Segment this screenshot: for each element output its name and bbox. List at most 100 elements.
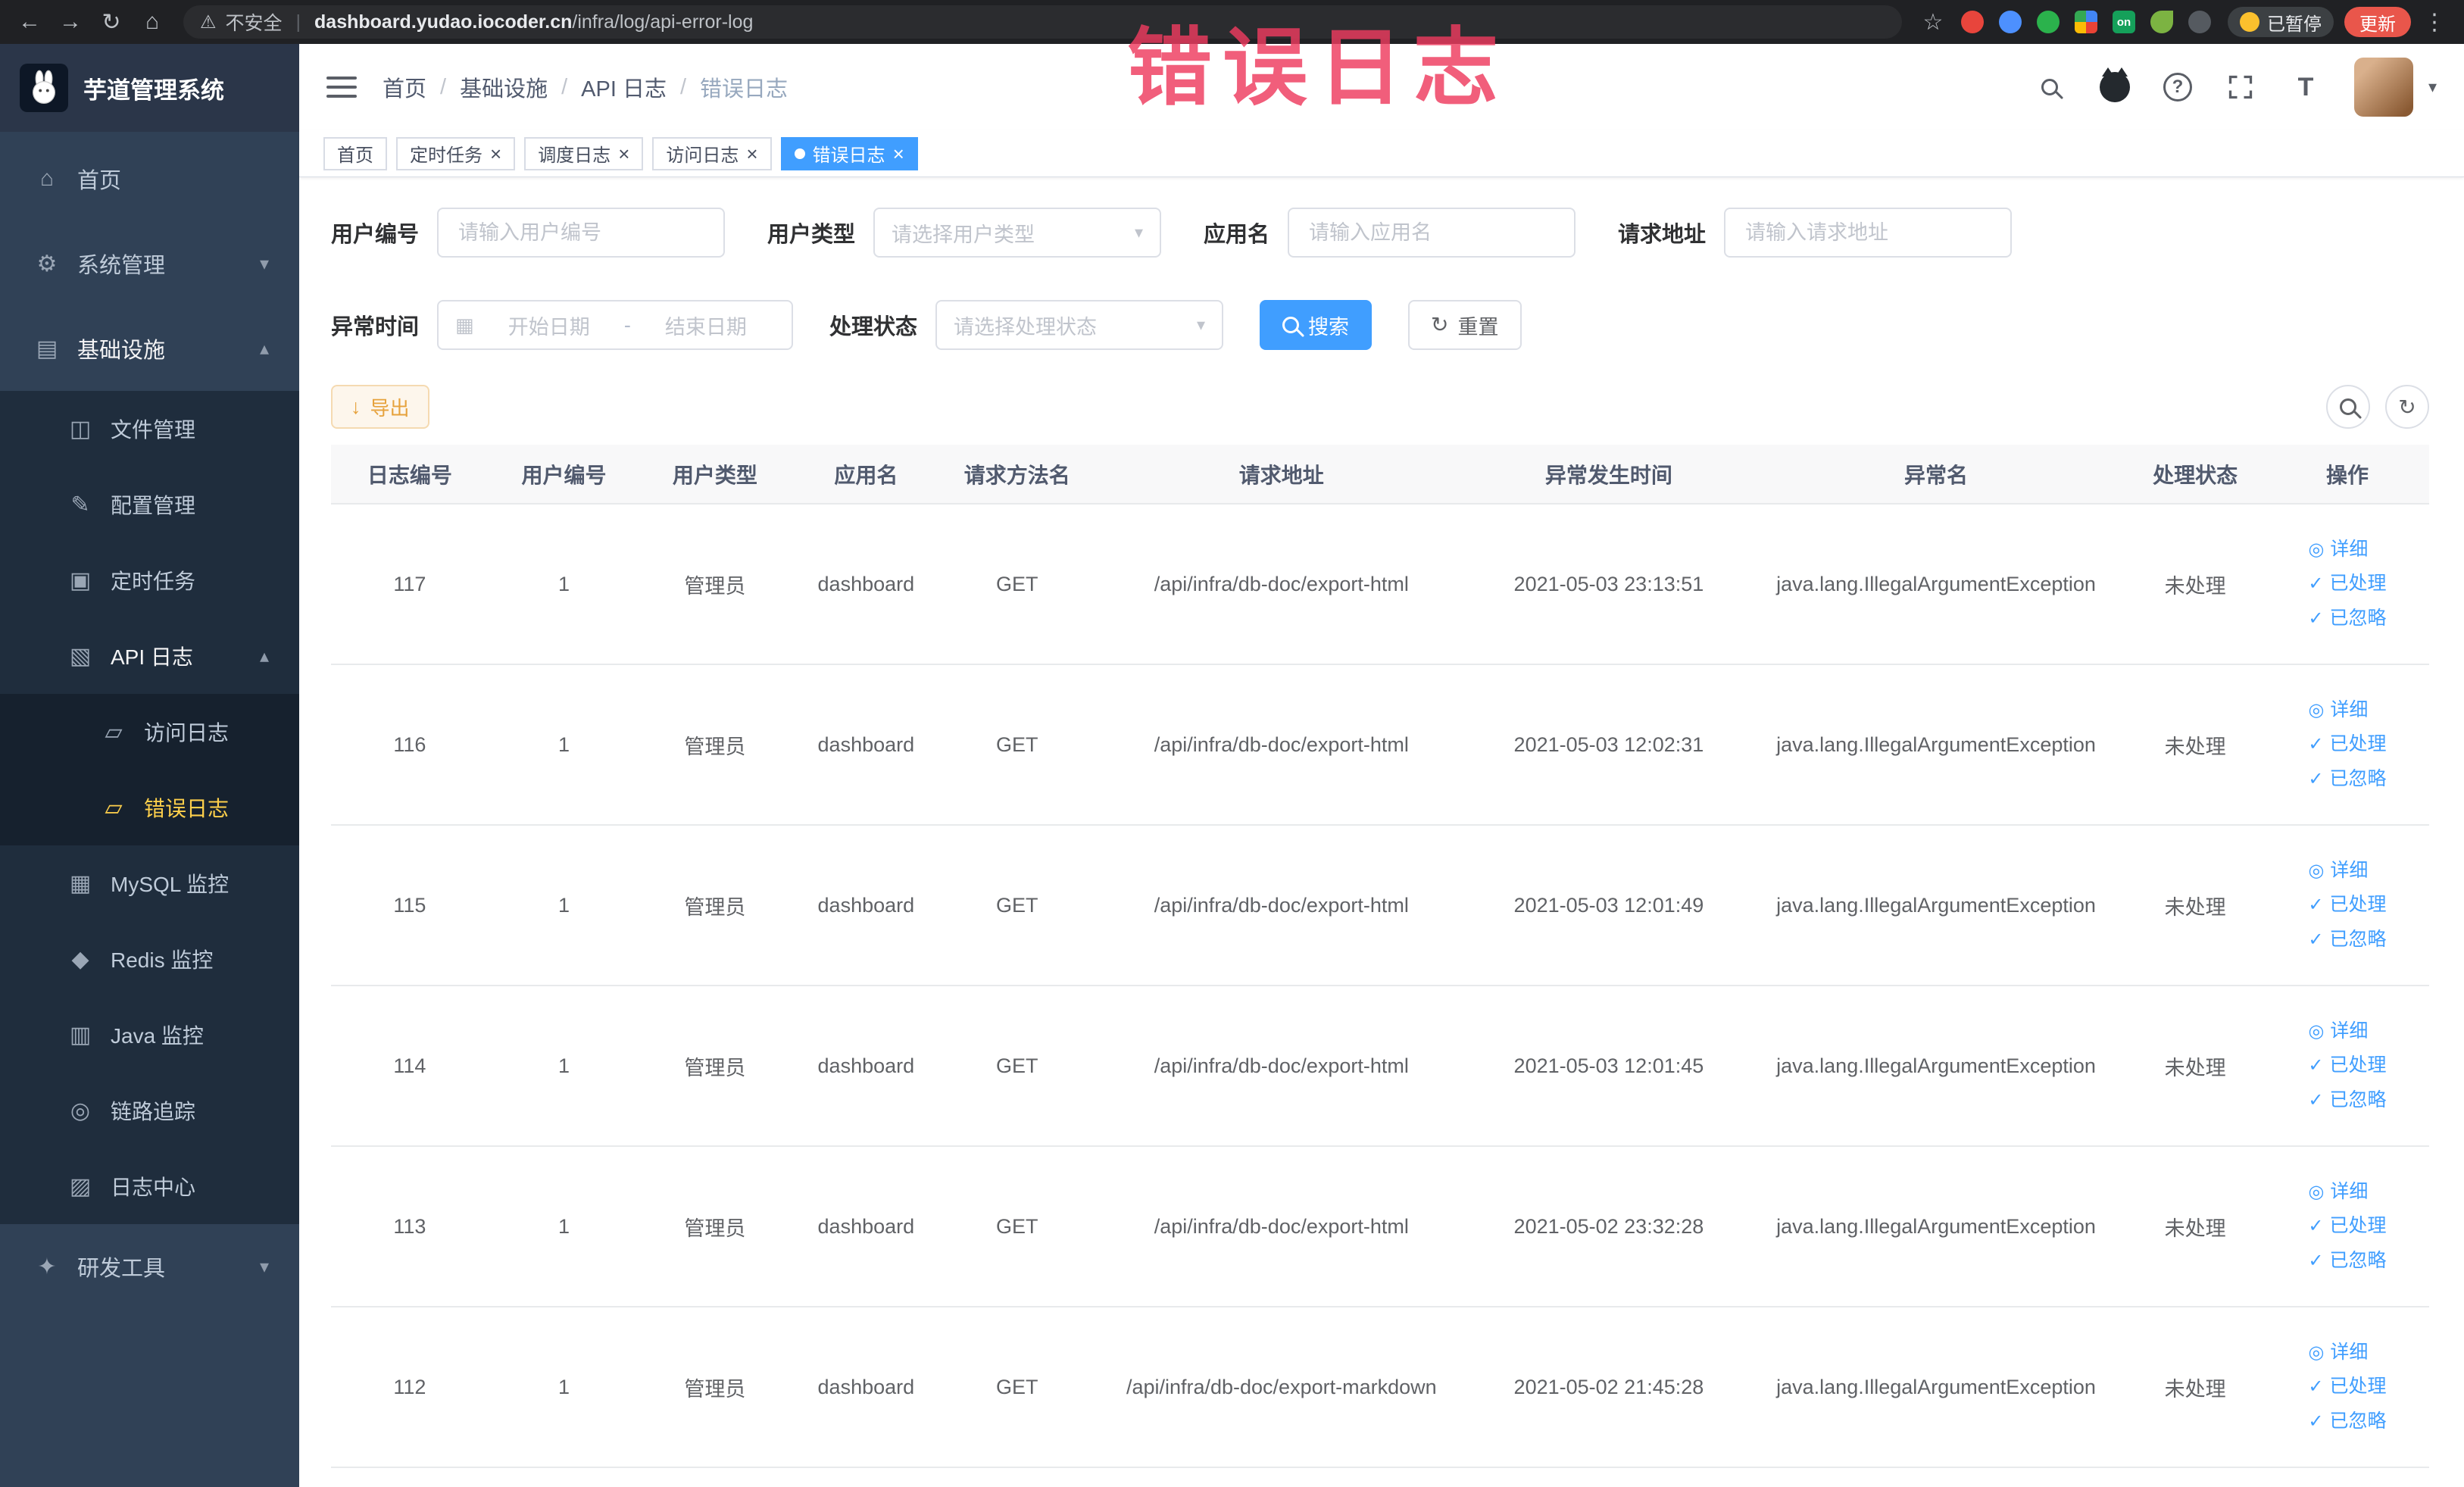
- close-icon[interactable]: ×: [490, 144, 501, 164]
- tab-access-log[interactable]: 访问日志 ×: [652, 136, 772, 170]
- ignored-link[interactable]: ✓ 已忽略: [2308, 1407, 2386, 1436]
- reset-button[interactable]: ↻ 重置: [1408, 300, 1522, 350]
- user-id-input[interactable]: [437, 208, 726, 258]
- detail-link[interactable]: ◎ 详细: [2308, 1339, 2368, 1367]
- ignored-link[interactable]: ✓ 已忽略: [2308, 1086, 2386, 1115]
- sidebar-item-trace[interactable]: ◎ 链路追踪: [0, 1073, 299, 1148]
- cell-time: 2021-05-02 21:45:28: [1470, 1307, 1747, 1468]
- extension-leaf-icon[interactable]: [2150, 11, 2173, 33]
- processed-link[interactable]: ✓ 已处理: [2308, 1373, 2386, 1401]
- back-icon[interactable]: ←: [11, 5, 48, 39]
- detail-link[interactable]: ◎ 详细: [2308, 857, 2368, 886]
- emoji-face-icon: [2240, 12, 2259, 32]
- sidebar-item-log-center[interactable]: ▨ 日志中心: [0, 1148, 299, 1224]
- processed-link[interactable]: ✓ 已处理: [2308, 570, 2386, 598]
- eye-icon: ◎: [2308, 1020, 2325, 1042]
- exception-time-range[interactable]: ▦ 开始日期 - 结束日期: [437, 300, 794, 350]
- sidebar-item-api-log[interactable]: ▧ API 日志 ▴: [0, 618, 299, 694]
- sidebar-item-file-mgmt[interactable]: ◫ 文件管理: [0, 391, 299, 467]
- cell-status: 未处理: [2125, 825, 2266, 986]
- ignored-link[interactable]: ✓ 已忽略: [2308, 926, 2386, 954]
- search-icon[interactable]: [2033, 70, 2066, 104]
- menu-label: 链路追踪: [111, 1100, 196, 1123]
- breadcrumb-item[interactable]: 基础设施: [460, 71, 548, 103]
- app-logo[interactable]: 芋道管理系统: [0, 44, 299, 132]
- hide-search-button[interactable]: [2326, 385, 2370, 429]
- bookmark-star-icon[interactable]: ☆: [1914, 5, 1952, 39]
- app-name-input[interactable]: [1288, 208, 1576, 258]
- detail-link[interactable]: ◎ 详细: [2308, 696, 2368, 725]
- sidebar-item-scheduled-task[interactable]: ▣ 定时任务: [0, 542, 299, 618]
- sidebar: 芋道管理系统 ⌂ 首页 ⚙ 系统管理 ▾ ▤ 基础设施 ▴ ◫ 文件管理 ✎ 配置管理 ▣ 定时任务 ▧ AP…: [0, 44, 299, 1487]
- user-type-select[interactable]: 请选择用户类型 ▾: [873, 208, 1162, 258]
- sidebar-item-java-monitor[interactable]: ▥ Java 监控: [0, 997, 299, 1073]
- tab-home[interactable]: 首页: [323, 136, 387, 170]
- request-url-input[interactable]: [1724, 208, 2013, 258]
- tab-error-log[interactable]: 错误日志 ×: [780, 136, 918, 170]
- sidebar-item-redis-monitor[interactable]: ◆ Redis 监控: [0, 921, 299, 997]
- sidebar-item-home[interactable]: ⌂ 首页: [0, 136, 299, 221]
- github-icon[interactable]: [2099, 67, 2130, 102]
- ignored-link[interactable]: ✓ 已忽略: [2308, 1247, 2386, 1276]
- close-icon[interactable]: ×: [746, 144, 757, 164]
- sidebar-item-error-log[interactable]: ▱ 错误日志: [0, 770, 299, 845]
- close-icon[interactable]: ×: [618, 144, 629, 164]
- font-size-icon[interactable]: T: [2289, 70, 2322, 104]
- help-icon[interactable]: ?: [2163, 73, 2192, 102]
- processed-link[interactable]: ✓ 已处理: [2308, 1212, 2386, 1241]
- extension-paw-icon[interactable]: [2188, 11, 2211, 33]
- cell-actions: ◎ 详细 ✓ 已处理 ✓ 已忽略: [2265, 825, 2429, 986]
- processed-link[interactable]: ✓ 已处理: [2308, 891, 2386, 920]
- forward-icon[interactable]: →: [52, 5, 89, 39]
- paused-badge[interactable]: 已暂停: [2228, 7, 2334, 37]
- sidebar-item-mysql-monitor[interactable]: ▦ MySQL 监控: [0, 845, 299, 921]
- extension-drop-icon[interactable]: [1999, 11, 2022, 33]
- fullscreen-icon[interactable]: [2224, 70, 2257, 104]
- column-header: 异常发生时间: [1470, 445, 1747, 505]
- breadcrumb-item[interactable]: 首页: [383, 71, 426, 103]
- extension-green-icon[interactable]: [2037, 11, 2060, 33]
- home-icon[interactable]: ⌂: [133, 5, 171, 39]
- extension-vpn-icon[interactable]: on: [2113, 11, 2135, 33]
- process-status-select[interactable]: 请选择处理状态 ▾: [935, 300, 1224, 350]
- detail-link[interactable]: ◎ 详细: [2308, 1017, 2368, 1046]
- search-button[interactable]: 搜索: [1260, 300, 1373, 350]
- omnibox-divider: |: [295, 11, 301, 33]
- reload-icon[interactable]: ↻: [92, 5, 130, 39]
- security-label[interactable]: 不安全: [226, 8, 283, 36]
- extension-adblock-icon[interactable]: [1961, 11, 1984, 33]
- processed-link[interactable]: ✓ 已处理: [2308, 730, 2386, 759]
- export-button-label: 导出: [370, 396, 410, 420]
- chevron-down-icon[interactable]: ▾: [2428, 77, 2437, 97]
- refresh-button[interactable]: ↻: [2385, 385, 2429, 429]
- sidebar-item-system-mgmt[interactable]: ⚙ 系统管理 ▾: [0, 221, 299, 306]
- extension-grid-icon[interactable]: [2075, 11, 2097, 33]
- cell-url: /api/infra/db-doc/export-html: [1092, 825, 1471, 986]
- cell-time: 2021-05-03 23:13:51: [1470, 504, 1747, 665]
- cell-url: /api/infra/db-doc/export-html: [1092, 664, 1471, 826]
- close-icon[interactable]: ×: [893, 144, 904, 164]
- detail-link[interactable]: ◎ 详细: [2308, 536, 2368, 564]
- detail-link[interactable]: ◎ 详细: [2308, 1178, 2368, 1207]
- sidebar-item-access-log[interactable]: ▱ 访问日志: [0, 694, 299, 770]
- update-button[interactable]: 更新: [2344, 7, 2411, 37]
- tab-job-log[interactable]: 调度日志 ×: [524, 136, 644, 170]
- menu-label: Java 监控: [111, 1024, 204, 1048]
- breadcrumb-item[interactable]: API 日志: [581, 71, 667, 103]
- user-avatar[interactable]: [2353, 58, 2413, 117]
- tags-view: 首页 定时任务 × 调度日志 × 访问日志 × 错误日志 ×: [299, 130, 2464, 177]
- sidebar-item-config-mgmt[interactable]: ✎ 配置管理: [0, 467, 299, 542]
- address-bar[interactable]: ⚠ 不安全 | dashboard.yudao.iocoder.cn/infra…: [183, 5, 1902, 39]
- browser-menu-icon[interactable]: ⋮: [2416, 5, 2453, 39]
- ignored-link[interactable]: ✓ 已忽略: [2308, 604, 2386, 633]
- menu-label: 文件管理: [111, 418, 196, 442]
- sidebar-item-infrastructure[interactable]: ▤ 基础设施 ▴: [0, 306, 299, 391]
- column-header: 用户类型: [639, 445, 791, 505]
- export-button[interactable]: ↓ 导出: [331, 385, 429, 429]
- ignored-link[interactable]: ✓ 已忽略: [2308, 765, 2386, 794]
- select-placeholder: 请选择处理状态: [954, 315, 1098, 339]
- sidebar-item-dev-tools[interactable]: ✦ 研发工具 ▾: [0, 1224, 299, 1309]
- sidebar-toggle-icon[interactable]: [326, 77, 357, 98]
- tab-scheduled-task[interactable]: 定时任务 ×: [396, 136, 516, 170]
- processed-link[interactable]: ✓ 已处理: [2308, 1051, 2386, 1080]
